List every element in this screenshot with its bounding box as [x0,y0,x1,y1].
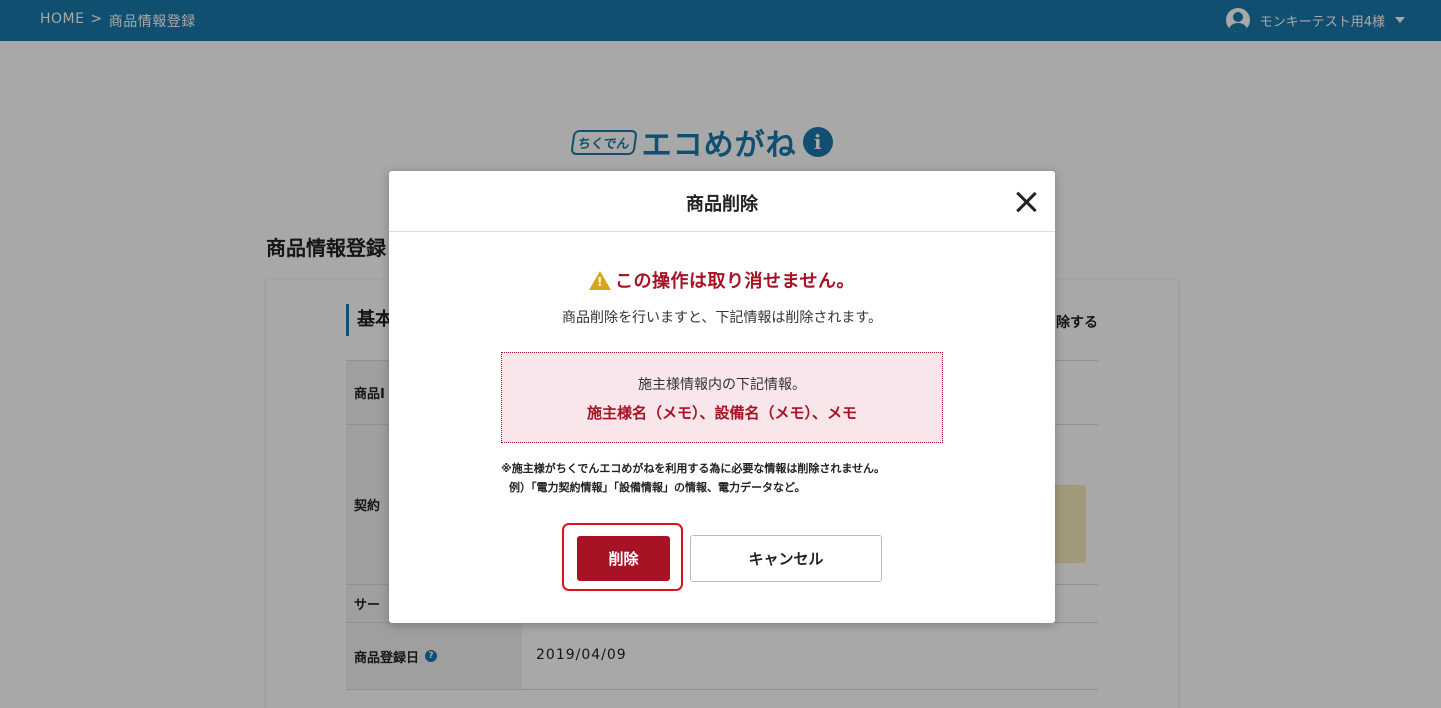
modal-title: 商品削除 [686,194,758,215]
note-line: 例）「電力契約情報」「設備情報」の情報、電力データなど。 [509,481,806,494]
warning-text: この操作は取り消せません。 [615,271,855,292]
modal-description: 商品削除を行いますと、下記情報は削除されます。 [561,310,883,326]
close-icon[interactable] [1015,191,1037,213]
warning-icon: ! [589,270,612,290]
info-line: 施主様情報内の下記情報。 [638,377,806,393]
deleted-info-box: 施主様情報内の下記情報。 施主様名（メモ）、設備名（メモ）、メモ [501,352,943,443]
note-line: ※施主様がちくでんエコめがねを利用する為に必要な情報は削除されません。 [501,462,886,475]
modal-header: 商品削除 [389,171,1055,232]
delete-product-modal: 商品削除 ! この操作は取り消せません。 商品削除を行いますと、下記情報は削除さ… [389,171,1055,623]
deleted-fields: 施主様名（メモ）、設備名（メモ）、メモ [586,404,857,422]
modal-note: ※施主様がちくでんエコめがねを利用する為に必要な情報は削除されません。 例）「電… [501,459,885,497]
delete-button[interactable]: 削除 [577,536,670,581]
warning-line: ! この操作は取り消せません。 [389,267,1055,293]
cancel-button[interactable]: キャンセル [690,535,882,582]
